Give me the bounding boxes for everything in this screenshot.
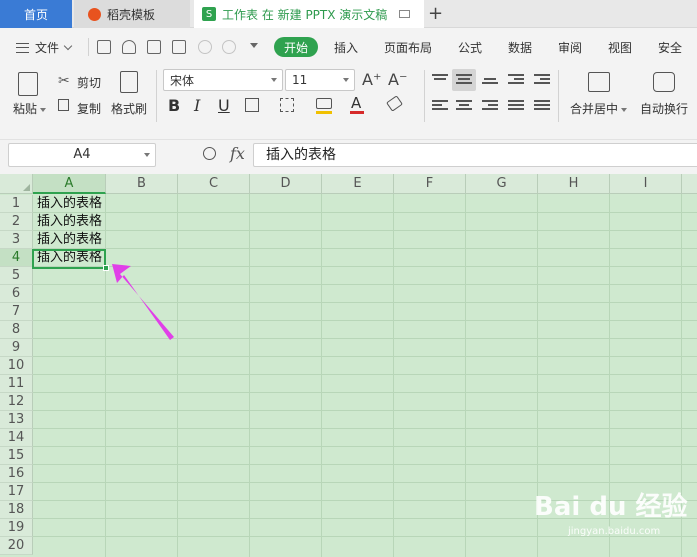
- tab-home[interactable]: 首页: [0, 0, 72, 28]
- tab-daoke-template[interactable]: 稻壳模板: [74, 0, 190, 28]
- file-menu[interactable]: 文件: [16, 39, 73, 56]
- divider: [156, 70, 157, 122]
- copy-icon: [58, 99, 69, 111]
- formula-input[interactable]: 插入的表格: [253, 143, 697, 167]
- file-menu-label: 文件: [35, 41, 60, 55]
- wrap-text-icon[interactable]: [653, 72, 675, 92]
- tab-insert[interactable]: 插入: [334, 39, 358, 56]
- watermark-url: jingyan.baidu.com: [568, 526, 661, 537]
- hamburger-icon: [16, 42, 29, 53]
- tab-view[interactable]: 视图: [608, 39, 632, 56]
- spreadsheet-logo-icon: S: [202, 7, 216, 21]
- zoom-icon[interactable]: [203, 147, 216, 160]
- format-painter-icon[interactable]: [120, 71, 138, 93]
- monitor-icon[interactable]: [399, 10, 411, 18]
- increase-indent-icon[interactable]: [534, 74, 550, 86]
- tab-page-layout[interactable]: 页面布局: [384, 39, 432, 56]
- tab-document[interactable]: S 工作表 在 新建 PPTX 演示文稿: [194, 0, 424, 28]
- divider: [88, 38, 89, 56]
- tab-bar: 首页 稻壳模板 S 工作表 在 新建 PPTX 演示文稿 +: [0, 0, 697, 28]
- tab-start[interactable]: 开始: [274, 37, 318, 57]
- quick-access-dropdown-icon[interactable]: [250, 43, 258, 48]
- fill-color-swatch: [316, 111, 332, 114]
- tab-home-label: 首页: [23, 7, 48, 22]
- align-right-icon[interactable]: [482, 100, 498, 112]
- eraser-icon[interactable]: [386, 95, 403, 112]
- font-color-swatch: [350, 111, 364, 114]
- tab-review[interactable]: 审阅: [558, 39, 582, 56]
- decrease-font-icon[interactable]: A⁻: [388, 70, 407, 89]
- underline-button[interactable]: U: [218, 96, 230, 115]
- undo-icon[interactable]: [198, 40, 212, 54]
- fill-color-icon[interactable]: [316, 98, 332, 109]
- cut-button[interactable]: 剪切: [77, 74, 101, 91]
- print-preview-icon[interactable]: [172, 40, 186, 54]
- name-box-value: A4: [73, 147, 91, 162]
- formula-bar: A4 fx 插入的表格: [0, 139, 697, 171]
- align-middle-icon[interactable]: [456, 74, 472, 86]
- tab-security[interactable]: 安全: [658, 39, 682, 56]
- tab-data[interactable]: 数据: [508, 39, 532, 56]
- format-painter-button[interactable]: 格式刷: [111, 100, 147, 117]
- font-size-select[interactable]: 11: [285, 69, 355, 91]
- copy-button[interactable]: 复制: [77, 100, 101, 117]
- fx-icon[interactable]: fx: [230, 144, 245, 163]
- cell-style-icon[interactable]: [280, 98, 294, 112]
- wrap-text-button[interactable]: 自动换行: [640, 100, 688, 117]
- chevron-down-icon: [271, 78, 277, 82]
- chevron-down-icon: [40, 107, 47, 112]
- tab-document-label: 工作表 在 新建 PPTX 演示文稿: [222, 7, 388, 22]
- merge-center-icon[interactable]: [588, 72, 610, 92]
- tab-formulas[interactable]: 公式: [458, 39, 482, 56]
- merge-center-button[interactable]: 合并居中: [570, 100, 628, 117]
- font-size-value: 11: [292, 73, 308, 87]
- bold-button[interactable]: B: [168, 96, 180, 115]
- paste-label: 粘贴: [13, 102, 38, 116]
- save-icon[interactable]: [97, 40, 111, 54]
- redo-icon[interactable]: [222, 40, 236, 54]
- chevron-down-icon: [144, 153, 150, 157]
- increase-font-icon[interactable]: A⁺: [362, 70, 381, 89]
- paste-icon[interactable]: [18, 72, 38, 96]
- chevron-down-icon: [63, 41, 73, 51]
- font-name-select[interactable]: 宋体: [163, 69, 283, 91]
- chevron-down-icon: [621, 107, 628, 112]
- daoke-logo-icon: [88, 7, 101, 21]
- annotation-arrow-shape: [112, 264, 174, 340]
- justify-icon[interactable]: [508, 100, 524, 112]
- name-box[interactable]: A4: [8, 143, 156, 167]
- new-tab-plus-icon[interactable]: +: [428, 3, 443, 24]
- align-center-icon[interactable]: [456, 100, 472, 112]
- font-name-value: 宋体: [170, 73, 195, 88]
- italic-button[interactable]: I: [194, 96, 200, 115]
- distributed-icon[interactable]: [534, 100, 550, 112]
- divider: [558, 70, 559, 122]
- decrease-indent-icon[interactable]: [508, 74, 524, 86]
- print-icon[interactable]: [147, 40, 161, 54]
- watermark-logo: Bai du 经验: [534, 492, 688, 522]
- scissors-icon: ✂: [58, 73, 70, 89]
- divider: [424, 70, 425, 122]
- align-bottom-icon[interactable]: [482, 78, 498, 90]
- merge-center-label: 合并居中: [570, 102, 619, 116]
- align-left-icon[interactable]: [432, 100, 448, 112]
- align-top-icon[interactable]: [432, 74, 448, 86]
- font-color-icon[interactable]: A: [351, 94, 361, 112]
- chevron-down-icon: [343, 78, 349, 82]
- borders-icon[interactable]: [245, 98, 259, 112]
- menu-bar: 文件 开始 插入 页面布局 公式 数据 审阅 视图 安全: [0, 34, 697, 60]
- paste-button[interactable]: 粘贴: [13, 100, 47, 117]
- export-icon[interactable]: [122, 40, 136, 54]
- tab-daoke-label: 稻壳模板: [107, 7, 156, 22]
